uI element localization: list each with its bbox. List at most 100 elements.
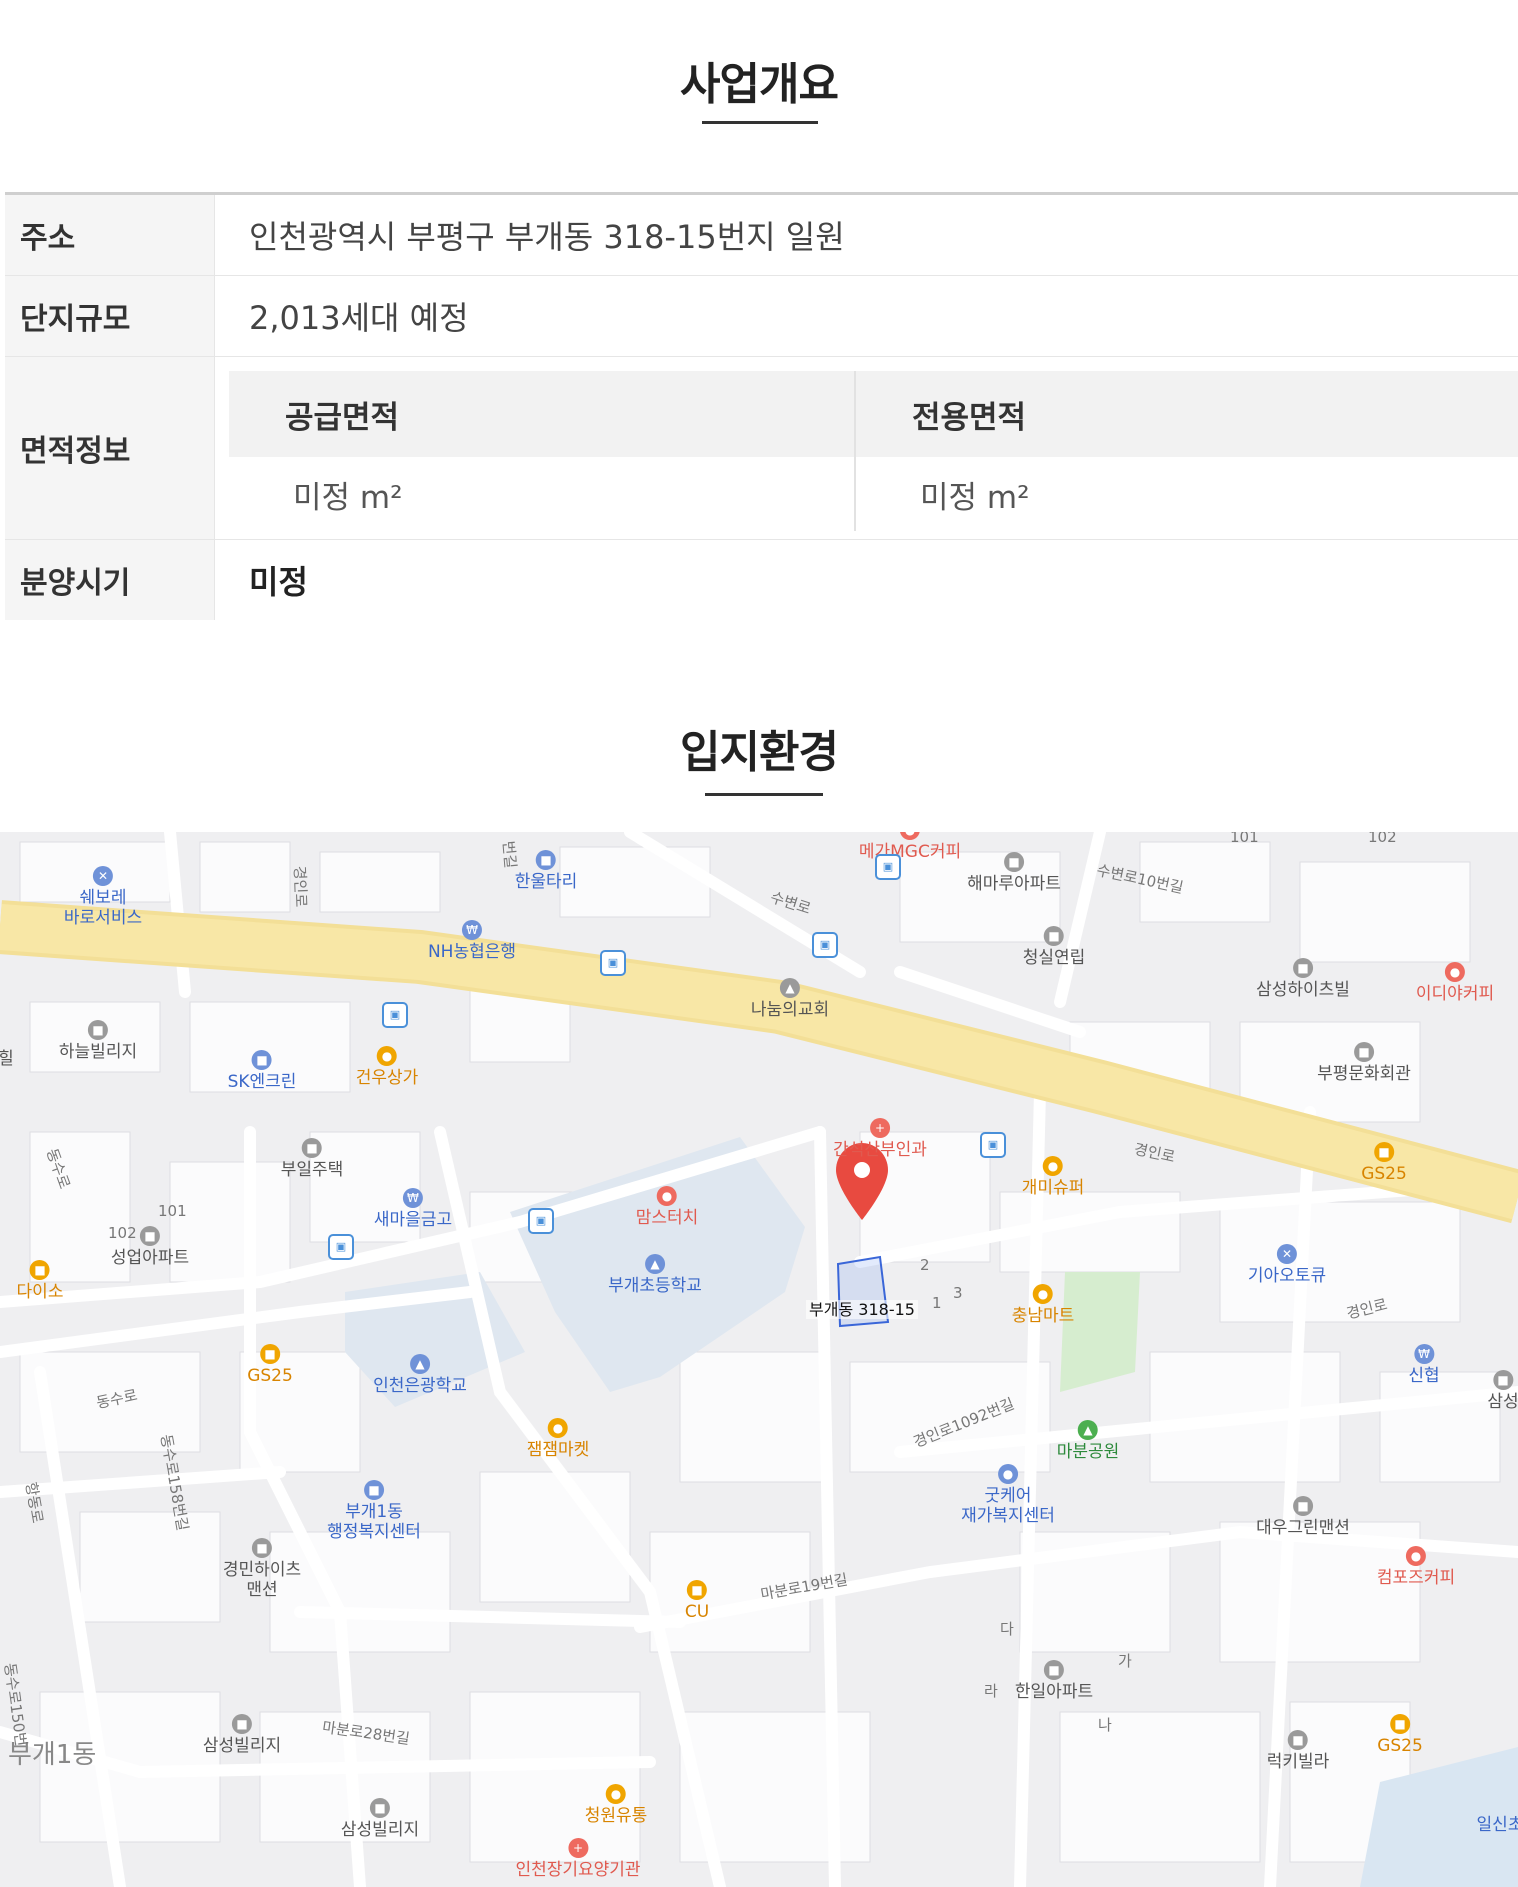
poi-gs25-c[interactable]: ■ GS25	[1377, 1714, 1423, 1757]
poi-nh-bank[interactable]: ₩ NH농협은행	[428, 920, 516, 963]
shop-icon: ●	[548, 1418, 568, 1438]
poi-cheongsil[interactable]: ■ 청실연립	[1023, 926, 1085, 969]
shop-icon: ●	[1043, 1156, 1063, 1176]
bank-icon: ₩	[462, 920, 482, 940]
poi-buil[interactable]: ■ 부일주택	[281, 1138, 343, 1181]
building-icon: ■	[231, 1714, 252, 1734]
poi-momstouch[interactable]: ● 맘스터치	[636, 1186, 698, 1229]
poi-shinhyeop[interactable]: ₩ 신협	[1408, 1344, 1440, 1387]
poi-daewoo-green[interactable]: ■ 대우그린맨션	[1256, 1496, 1350, 1539]
poi-samseong-villa-1[interactable]: ■ 삼성빌리지	[203, 1714, 281, 1757]
hospital-icon: +	[870, 1118, 890, 1138]
sale-period-label: 분양시기	[5, 540, 215, 620]
facility-icon: ■	[536, 850, 556, 870]
poi-incheon-care[interactable]: + 인천장기요양기관	[515, 1838, 641, 1881]
park-icon: ▲	[1078, 1420, 1098, 1440]
poi-gs25-a[interactable]: ■ GS25	[1361, 1142, 1407, 1185]
address-label: 주소	[5, 195, 215, 275]
poi-cheongwon[interactable]: ● 청원유통	[585, 1784, 647, 1827]
supply-area-header: 공급면적	[229, 371, 854, 457]
property-marker-label[interactable]: 부개동 318-15	[806, 1300, 918, 1320]
poi-nanum-church[interactable]: ▲ 나눔의교회	[751, 978, 829, 1021]
poi-haemaru[interactable]: ■ 해마루아파트	[967, 852, 1061, 895]
poi-bupyeong-culture[interactable]: ■ 부평문화회관	[1317, 1042, 1411, 1085]
poi-haneul-village[interactable]: ■ 하늘빌리지	[59, 1020, 137, 1063]
poi-lucky-villa[interactable]: ■ 럭키빌라	[1267, 1730, 1329, 1773]
poi-bugae1-office[interactable]: ■ 부개1동 행정복지센터	[327, 1480, 421, 1542]
lot-number: 라	[984, 1682, 998, 1700]
poi-hanultari[interactable]: ■ 한울타리	[515, 850, 577, 893]
bus-stop-icon[interactable]: ▣	[875, 854, 901, 880]
title-underline	[702, 121, 818, 124]
address-value: 인천광역시 부평구 부개동 318-15번지 일원	[249, 218, 845, 256]
poi-cu[interactable]: ■ CU	[685, 1580, 709, 1623]
poi-incheon-eungwang[interactable]: ▲ 인천은광학교	[373, 1354, 467, 1397]
building-icon: ■	[1044, 926, 1064, 946]
lot-number: 가	[1118, 1652, 1132, 1670]
cafe-icon: ●	[900, 832, 920, 840]
poi-samseong-villa-2[interactable]: ■ 삼성빌리지	[341, 1798, 419, 1841]
sale-period-value: 미정	[249, 563, 308, 601]
lot-number: 다	[1000, 1620, 1014, 1638]
building-icon: ■	[1004, 852, 1024, 872]
poi-saemaeul[interactable]: ₩ 새마을금고	[374, 1188, 452, 1231]
convenience-store-icon: ■	[259, 1344, 280, 1364]
poi-gyeongmin-heights[interactable]: ■ 경민하이츠 맨션	[223, 1538, 301, 1600]
scale-row: 단지규모 2,013세대 예정	[5, 276, 1518, 357]
lot-number: 나	[1098, 1716, 1112, 1734]
poi-gaemi[interactable]: ● 개미슈퍼	[1022, 1156, 1084, 1199]
poi-kia-autoq[interactable]: ✕ 기아오토큐	[1248, 1244, 1326, 1287]
poi-hanil-apt[interactable]: ■ 한일아파트	[1015, 1660, 1093, 1703]
poi-mabun-park[interactable]: ▲ 마분공원	[1057, 1420, 1119, 1463]
shop-icon: ●	[606, 1784, 626, 1804]
area-label: 면적정보	[5, 357, 215, 539]
location-map[interactable]: 부개동 318-15 ●메가MGC커피 ■해마루아파트 ■한울타리 ✕쉐보레바로…	[0, 832, 1518, 1887]
building-icon: ■	[87, 1020, 108, 1040]
poi-samsung-heights[interactable]: ■ 삼성하이츠빌	[1256, 958, 1350, 1001]
shop-icon: ●	[377, 1046, 397, 1066]
convenience-store-icon: ■	[686, 1580, 707, 1600]
poi-chevrolet[interactable]: ✕ 쉐보레 바로서비스	[64, 866, 142, 928]
building-icon: ■	[1293, 958, 1313, 978]
bus-stop-icon[interactable]: ▣	[980, 1132, 1006, 1158]
poi-goodcare[interactable]: ● 굿케어 재가복지센터	[961, 1464, 1055, 1526]
poi-compose-coffee[interactable]: ● 컴포즈커피	[1377, 1546, 1455, 1589]
location-title-underline	[705, 793, 823, 796]
address-row: 주소 인천광역시 부평구 부개동 318-15번지 일원	[5, 195, 1518, 276]
location-title: 입지환경	[680, 727, 839, 778]
overview-table: 주소 인천광역시 부평구 부개동 318-15번지 일원 단지규모 2,013세…	[5, 192, 1518, 622]
building-icon: ■	[369, 1798, 390, 1818]
school-icon: ▲	[410, 1354, 430, 1374]
poi-gunwoo[interactable]: ● 건우상가	[356, 1046, 418, 1089]
lot-number: 3	[953, 1284, 963, 1302]
bank-icon: ₩	[402, 1188, 423, 1208]
shop-icon: ■	[29, 1260, 50, 1280]
poi-samseong-edge[interactable]: ■ 삼성	[1487, 1370, 1518, 1413]
scale-value: 2,013세대 예정	[249, 299, 469, 337]
bus-stop-icon[interactable]: ▣	[382, 1002, 408, 1028]
building-icon: ■	[139, 1226, 160, 1246]
poi-gs25-b[interactable]: ■ GS25	[247, 1344, 293, 1387]
poi-sk-enclean[interactable]: ■ SK엔크린	[228, 1050, 296, 1093]
bus-stop-icon[interactable]: ▣	[600, 950, 626, 976]
poi-ediya[interactable]: ● 이디야커피	[1416, 962, 1494, 1005]
poi-daiso[interactable]: ■ 다이소	[17, 1260, 63, 1303]
wrench-icon: ✕	[1276, 1244, 1297, 1264]
bank-icon: ₩	[1414, 1344, 1434, 1364]
bus-stop-icon[interactable]: ▣	[812, 932, 838, 958]
poi-jamjam-market[interactable]: ● 잼잼마켓	[527, 1418, 589, 1461]
poi-edge-hil[interactable]: 힐	[0, 1049, 14, 1070]
poi-bugae-elementary[interactable]: ▲ 부개초등학교	[608, 1254, 702, 1297]
bus-stop-icon[interactable]: ▣	[528, 1208, 554, 1234]
bus-stop-icon[interactable]: ▣	[328, 1234, 354, 1260]
poi-chungnam-mart[interactable]: ● 충남마트	[1012, 1284, 1074, 1327]
lot-number: 1	[932, 1294, 942, 1312]
building-icon: ■	[1354, 1042, 1374, 1062]
building-icon: ■	[1288, 1730, 1308, 1750]
poi-ilsin[interactable]: 일신초	[1477, 1815, 1518, 1836]
exclusive-area-value: 미정 m²	[920, 479, 1030, 516]
government-icon: ■	[364, 1480, 384, 1500]
building-icon: ■	[1043, 1660, 1064, 1680]
poi-ganseok-clinic[interactable]: + 간석산부인과	[833, 1118, 927, 1161]
lot-number: 101	[1230, 832, 1259, 846]
